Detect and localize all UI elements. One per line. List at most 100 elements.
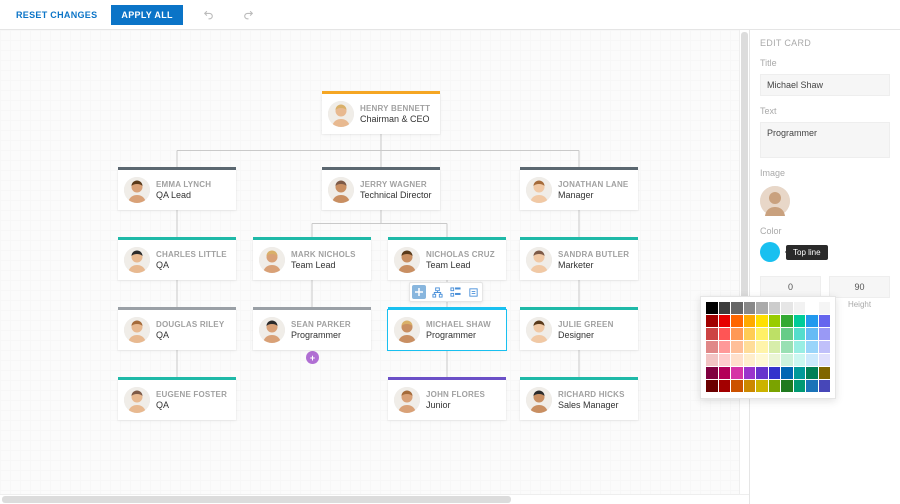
palette-color[interactable] (819, 380, 831, 392)
palette-color[interactable] (731, 354, 743, 366)
palette-color[interactable] (819, 354, 831, 366)
palette-color[interactable] (744, 315, 756, 327)
palette-color[interactable] (806, 328, 818, 340)
palette-color[interactable] (706, 315, 718, 327)
palette-color[interactable] (781, 380, 793, 392)
palette-color[interactable] (756, 380, 768, 392)
org-card-jerry[interactable]: JERRY WAGNER Technical Director (322, 170, 440, 210)
palette-color[interactable] (756, 367, 768, 379)
palette-color[interactable] (819, 315, 831, 327)
palette-color[interactable] (719, 354, 731, 366)
org-chart-canvas[interactable]: + HENRY BENNETT Chairman & CEO EMMA LYNC… (0, 30, 740, 494)
palette-color[interactable] (819, 367, 831, 379)
add-node-badge[interactable]: + (306, 351, 319, 364)
apply-all-button[interactable]: APPLY ALL (111, 5, 182, 25)
palette-color[interactable] (794, 354, 806, 366)
palette-color[interactable] (719, 328, 731, 340)
palette-color[interactable] (769, 341, 781, 353)
palette-color[interactable] (719, 302, 731, 314)
org-card-john[interactable]: JOHN FLORES Junior (388, 380, 506, 420)
palette-color[interactable] (706, 380, 718, 392)
top-input[interactable]: 0 (760, 276, 821, 298)
reset-changes-button[interactable]: RESET CHANGES (8, 5, 105, 25)
hierarchy-tool-icon[interactable] (430, 285, 444, 299)
palette-color[interactable] (756, 328, 768, 340)
palette-color[interactable] (794, 328, 806, 340)
palette-color[interactable] (781, 328, 793, 340)
org-card-emma[interactable]: EMMA LYNCH QA Lead (118, 170, 236, 210)
palette-color[interactable] (769, 380, 781, 392)
palette-color[interactable] (706, 341, 718, 353)
palette-color[interactable] (781, 367, 793, 379)
palette-color[interactable] (756, 341, 768, 353)
redo-button[interactable] (235, 5, 263, 25)
palette-color[interactable] (781, 302, 793, 314)
palette-color[interactable] (731, 380, 743, 392)
palette-color[interactable] (719, 367, 731, 379)
palette-color[interactable] (706, 367, 718, 379)
palette-color[interactable] (806, 367, 818, 379)
org-card-henry[interactable]: HENRY BENNETT Chairman & CEO (322, 94, 440, 134)
palette-color[interactable] (731, 367, 743, 379)
palette-color[interactable] (794, 302, 806, 314)
org-card-charles[interactable]: CHARLES LITTLE QA (118, 240, 236, 280)
palette-color[interactable] (744, 302, 756, 314)
palette-color[interactable] (706, 328, 718, 340)
palette-color[interactable] (781, 315, 793, 327)
color-swatch[interactable] (760, 242, 780, 262)
org-card-richard[interactable]: RICHARD HICKS Sales Manager (520, 380, 638, 420)
palette-color[interactable] (719, 341, 731, 353)
horizontal-scrollbar[interactable] (0, 494, 749, 504)
palette-color[interactable] (769, 302, 781, 314)
text-input[interactable]: Programmer (760, 122, 890, 158)
palette-color[interactable] (769, 367, 781, 379)
palette-color[interactable] (769, 315, 781, 327)
image-avatar[interactable] (760, 186, 790, 216)
org-card-mark[interactable]: MARK NICHOLS Team Lead (253, 240, 371, 280)
palette-color[interactable] (744, 328, 756, 340)
palette-color[interactable] (756, 315, 768, 327)
palette-color[interactable] (744, 341, 756, 353)
palette-color[interactable] (794, 315, 806, 327)
card-tool-icon[interactable] (466, 285, 480, 299)
palette-color[interactable] (706, 302, 718, 314)
palette-color[interactable] (731, 341, 743, 353)
palette-color[interactable] (806, 302, 818, 314)
org-card-eugene[interactable]: EUGENE FOSTER QA (118, 380, 236, 420)
palette-color[interactable] (719, 315, 731, 327)
palette-color[interactable] (719, 380, 731, 392)
org-card-sean[interactable]: SEAN PARKER Programmer (253, 310, 371, 350)
undo-button[interactable] (195, 5, 223, 25)
palette-color[interactable] (819, 341, 831, 353)
list-tool-icon[interactable] (448, 285, 462, 299)
org-card-sandra[interactable]: SANDRA BUTLER Marketer (520, 240, 638, 280)
palette-color[interactable] (794, 341, 806, 353)
add-child-button[interactable] (412, 285, 426, 299)
palette-color[interactable] (769, 354, 781, 366)
title-input[interactable]: Michael Shaw (760, 74, 890, 96)
palette-color[interactable] (806, 380, 818, 392)
palette-color[interactable] (806, 354, 818, 366)
palette-color[interactable] (756, 302, 768, 314)
palette-color[interactable] (731, 302, 743, 314)
palette-color[interactable] (781, 354, 793, 366)
org-card-jon[interactable]: JONATHAN LANE Manager (520, 170, 638, 210)
palette-color[interactable] (794, 380, 806, 392)
org-card-julie[interactable]: JULIE GREEN Designer (520, 310, 638, 350)
palette-color[interactable] (769, 328, 781, 340)
palette-color[interactable] (744, 354, 756, 366)
palette-color[interactable] (781, 341, 793, 353)
palette-color[interactable] (806, 341, 818, 353)
org-card-douglas[interactable]: DOUGLAS RILEY QA (118, 310, 236, 350)
palette-color[interactable] (706, 354, 718, 366)
org-card-nicholas[interactable]: NICHOLAS CRUZ Team Lead (388, 240, 506, 280)
palette-color[interactable] (744, 367, 756, 379)
palette-color[interactable] (794, 367, 806, 379)
palette-color[interactable] (819, 302, 831, 314)
palette-color[interactable] (731, 328, 743, 340)
palette-color[interactable] (731, 315, 743, 327)
vertical-scrollbar[interactable] (739, 30, 749, 494)
palette-color[interactable] (756, 354, 768, 366)
palette-color[interactable] (806, 315, 818, 327)
palette-color[interactable] (819, 328, 831, 340)
